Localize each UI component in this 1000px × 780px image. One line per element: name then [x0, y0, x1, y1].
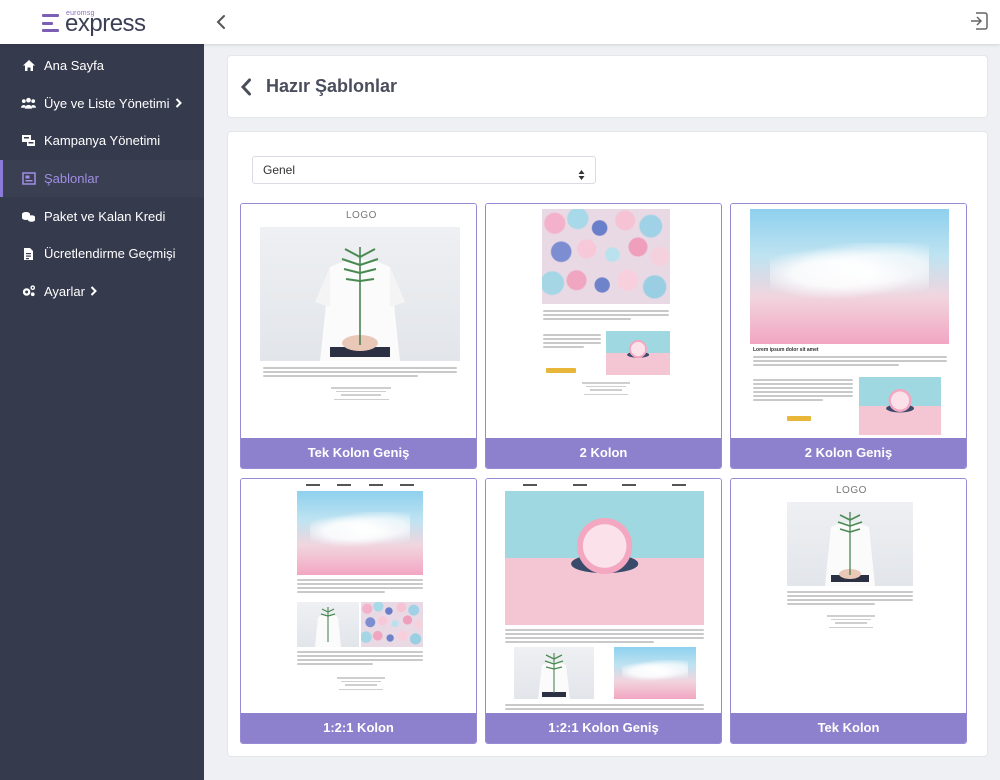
preview-footer — [811, 615, 891, 630]
sidebar-item-templates[interactable]: Şablonlar — [0, 159, 204, 198]
template-card-label: Tek Kolon Geniş — [241, 438, 476, 468]
template-card[interactable]: 1:2:1 Kolon — [240, 478, 477, 744]
preview-image — [297, 602, 359, 647]
preview-image — [514, 647, 594, 699]
preview-image — [606, 331, 670, 375]
template-preview — [241, 479, 476, 714]
sidebar-item-home[interactable]: Ana Sayfa — [0, 47, 204, 85]
preview-image — [750, 209, 949, 344]
chevron-right-icon — [90, 286, 97, 297]
category-select-value: Genel — [263, 163, 296, 177]
preview-image — [787, 502, 913, 586]
template-card-label: 1:2:1 Kolon Geniş — [486, 713, 721, 743]
page-header-panel: Hazır Şablonlar — [227, 55, 988, 118]
sidebar-item-settings[interactable]: Ayarlar — [0, 273, 204, 311]
select-arrows-icon — [578, 164, 585, 190]
sidebar-item-label: Ayarlar — [44, 283, 85, 299]
preview-image — [859, 377, 941, 435]
document-icon — [21, 246, 36, 261]
preview-text — [297, 579, 423, 595]
chevron-right-icon — [175, 98, 182, 109]
users-icon — [21, 96, 36, 111]
logo-text: euromsg express — [65, 8, 146, 37]
preview-button — [546, 368, 576, 373]
logout-icon — [971, 12, 988, 30]
preview-logo: LOGO — [836, 485, 867, 496]
template-card[interactable]: 2 Kolon — [485, 203, 722, 469]
preview-nav — [505, 484, 704, 486]
sidebar-item-billing-history[interactable]: Ücretlendirme Geçmişi — [0, 235, 204, 273]
sidebar-item-label: Ana Sayfa — [44, 58, 104, 74]
template-card-label: 2 Kolon — [486, 438, 721, 468]
template-preview: LOGO — [241, 204, 476, 439]
template-preview: LOGO — [731, 479, 966, 714]
template-card[interactable]: Lorem ipsum dolor sit amet 2 Kolon Geniş — [730, 203, 967, 469]
preview-image — [361, 602, 423, 647]
top-bar: euromsg express — [0, 0, 1000, 44]
coins-icon — [21, 209, 36, 224]
preview-nav — [297, 484, 423, 486]
gears-icon — [21, 284, 36, 299]
preview-image — [614, 647, 696, 699]
preview-image — [542, 209, 670, 304]
sidebar-collapse-button[interactable] — [210, 10, 232, 34]
sidebar-item-campaigns[interactable]: Kampanya Yönetimi — [0, 122, 204, 160]
preview-button — [787, 416, 811, 421]
preview-text — [753, 356, 947, 368]
template-card[interactable]: 1:2:1 Kolon Geniş — [485, 478, 722, 744]
template-card[interactable]: LOGO Tek Kolon Geniş — [240, 203, 477, 469]
preview-text — [505, 629, 704, 645]
preview-text — [505, 704, 704, 712]
campaign-icon — [21, 133, 36, 148]
chevron-left-icon — [216, 15, 225, 29]
template-preview — [486, 479, 721, 714]
sidebar-item-label: Üye ve Liste Yönetimi — [44, 95, 170, 111]
preview-image — [297, 491, 423, 575]
preview-image — [260, 227, 460, 361]
chevron-left-icon — [240, 78, 251, 96]
home-icon — [21, 58, 36, 73]
template-card-label: Tek Kolon — [731, 713, 966, 743]
preview-footer — [321, 677, 401, 692]
preview-text — [297, 651, 423, 667]
template-preview — [486, 204, 721, 439]
sidebar: Ana Sayfa Üye ve Liste Yönetimi Kampanya… — [0, 44, 204, 780]
page-title: Hazır Şablonlar — [266, 76, 398, 96]
preview-text — [787, 591, 913, 607]
sidebar-item-label: Kampanya Yönetimi — [44, 133, 161, 149]
preview-text — [543, 310, 669, 322]
preview-heading: Lorem ipsum dolor sit amet — [753, 347, 819, 353]
preview-text — [543, 334, 601, 350]
preview-footer — [311, 387, 411, 402]
preview-text — [263, 367, 457, 379]
sidebar-item-label: Paket ve Kalan Kredi — [44, 208, 166, 224]
logo-mark-icon — [42, 14, 59, 32]
back-button[interactable] — [240, 77, 254, 97]
template-icon — [21, 171, 36, 186]
sidebar-item-package[interactable]: Paket ve Kalan Kredi — [0, 197, 204, 235]
template-preview: Lorem ipsum dolor sit amet — [731, 204, 966, 439]
logout-button[interactable] — [968, 10, 992, 34]
logo-small-text: euromsg — [66, 10, 95, 17]
app-logo[interactable]: euromsg express — [42, 8, 146, 37]
template-card[interactable]: LOGO Tek Kolon — [730, 478, 967, 744]
category-select[interactable]: Genel — [252, 156, 596, 184]
preview-logo: LOGO — [346, 210, 377, 221]
preview-footer — [566, 382, 646, 397]
sidebar-item-members[interactable]: Üye ve Liste Yönetimi — [0, 85, 204, 123]
sidebar-item-label: Şablonlar — [44, 171, 99, 187]
template-card-label: 1:2:1 Kolon — [241, 713, 476, 743]
preview-image — [505, 491, 704, 625]
preview-text — [753, 379, 853, 403]
sidebar-item-label: Ücretlendirme Geçmişi — [44, 246, 176, 262]
template-card-label: 2 Kolon Geniş — [731, 438, 966, 468]
